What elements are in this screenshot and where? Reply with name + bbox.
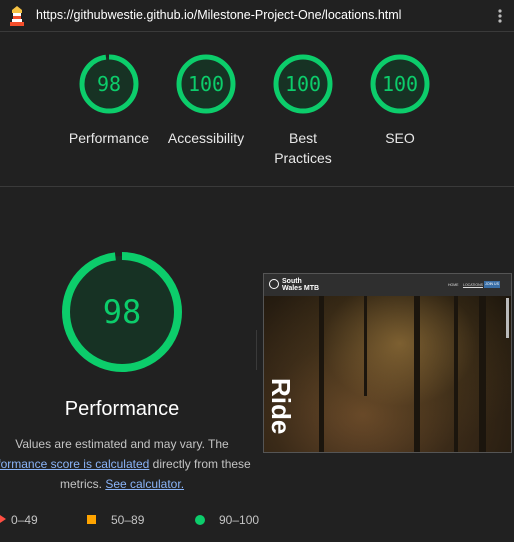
see-calculator-link[interactable]: See calculator. [105,477,184,491]
gauge-performance[interactable]: 98 [77,52,141,116]
note-text: directly from these [149,457,251,471]
performance-score: 98 [102,293,142,331]
gauge-value: 100 [284,72,322,96]
note-text: Values are estimated and may vary. The [15,437,229,451]
gauge-label-best-practices: Best Practices [274,130,332,166]
section-divider [0,186,514,187]
gauge-best-practices[interactable]: 100 [271,52,335,116]
gauge-label-performance: Performance [68,130,150,146]
legend-average-range: 50–89 [111,513,145,527]
performance-note: Values are estimated and may vary. The r… [0,434,272,494]
average-square-icon [87,515,96,524]
report-header: https://githubwestie.github.io/Milestone… [0,0,514,32]
legend-pass-range: 90–100 [219,513,260,527]
gauge-seo[interactable]: 100 [368,52,432,116]
note-text: metrics. [59,477,106,491]
lighthouse-logo-icon [10,6,24,26]
fail-triangle-icon [0,515,6,523]
site-logo-icon [269,279,279,289]
gauge-value: 100 [381,72,419,96]
thumbnail-scrollbar [506,298,509,338]
gauge-label-seo: SEO [385,130,415,146]
performance-gauge-large: 98 [60,250,184,374]
site-join-button: JOIN US [484,281,500,288]
gauge-label-accessibility: Accessibility [167,130,245,146]
site-navbar: South Wales MTB HOME LOCATIONS JOIN US [264,274,511,296]
page-url[interactable]: https://githubwestie.github.io/Milestone… [36,8,401,22]
site-nav-home: HOME [448,283,459,287]
more-vert-icon[interactable] [493,8,507,24]
pass-circle-icon [195,515,205,525]
hero-text: Ride [266,378,296,435]
gauge-accessibility[interactable]: 100 [174,52,238,116]
vertical-divider [256,330,257,370]
forest-trail-photo [264,296,511,452]
score-calculation-link[interactable]: rformance score is calculated [0,457,149,471]
legend-fail-range: 0–49 [11,513,38,527]
site-brand: South Wales MTB [282,278,320,292]
site-nav-locations: LOCATIONS [463,283,483,287]
performance-title: Performance [64,398,180,420]
final-screenshot[interactable]: South Wales MTB HOME LOCATIONS JOIN US Ri… [263,273,512,453]
gauge-value: 100 [187,72,225,96]
gauge-value: 98 [96,72,122,96]
